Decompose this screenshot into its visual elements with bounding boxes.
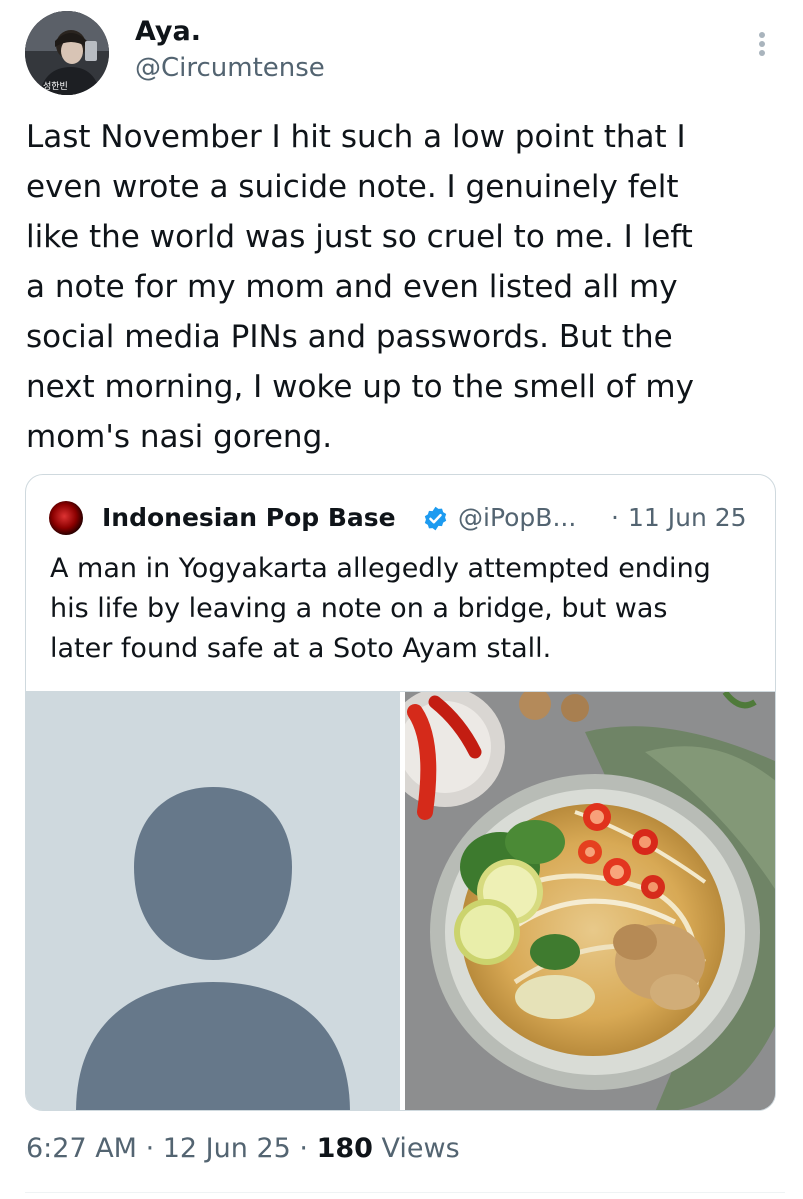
- views-label: Views: [372, 1133, 460, 1164]
- quoted-tweet[interactable]: Indonesian Pop Base @iPopB... · 11 Jun 2…: [25, 474, 776, 1111]
- svg-text:성한빈: 성한빈: [43, 81, 68, 92]
- more-options-icon[interactable]: [744, 22, 780, 66]
- separator-dot: ·: [611, 503, 619, 532]
- verified-badge-icon: [424, 506, 447, 531]
- media-image-2[interactable]: [405, 692, 775, 1110]
- media-image-1[interactable]: [26, 692, 400, 1110]
- quoted-tweet-text: A man in Yogyakarta allegedly attempted …: [50, 553, 711, 664]
- quoted-tweet-header: Indonesian Pop Base @iPopB... · 11 Jun 2…: [26, 475, 775, 535]
- views-count[interactable]: 180: [317, 1133, 373, 1164]
- tweet-date[interactable]: 12 Jun 25: [163, 1133, 291, 1164]
- tweet-time[interactable]: 6:27 AM: [26, 1133, 137, 1164]
- soto-ayam-bowl-photo: [405, 692, 775, 1110]
- author-handle[interactable]: @Circumtense: [135, 52, 325, 84]
- meta-separator: ·: [290, 1133, 317, 1164]
- default-profile-placeholder-icon: [26, 692, 400, 1110]
- quoted-author-handle[interactable]: @iPopB...: [458, 502, 576, 534]
- quoted-author-avatar[interactable]: [49, 501, 83, 535]
- tweet-meta: 6:27 AM · 12 Jun 25 · 180 Views: [26, 1131, 460, 1167]
- tweet-text: Last November I hit such a low point tha…: [26, 119, 694, 455]
- divider: [25, 1192, 785, 1193]
- meta-separator: ·: [136, 1133, 163, 1164]
- tweet-header: 성한빈 Aya. @Circumtense: [0, 0, 803, 110]
- author-name[interactable]: Aya.: [135, 16, 201, 48]
- quoted-tweet-media: [26, 691, 775, 1110]
- author-avatar[interactable]: 성한빈: [25, 11, 109, 95]
- quoted-author-name[interactable]: Indonesian Pop Base: [102, 502, 396, 534]
- quoted-tweet-date[interactable]: 11 Jun 25: [628, 502, 747, 534]
